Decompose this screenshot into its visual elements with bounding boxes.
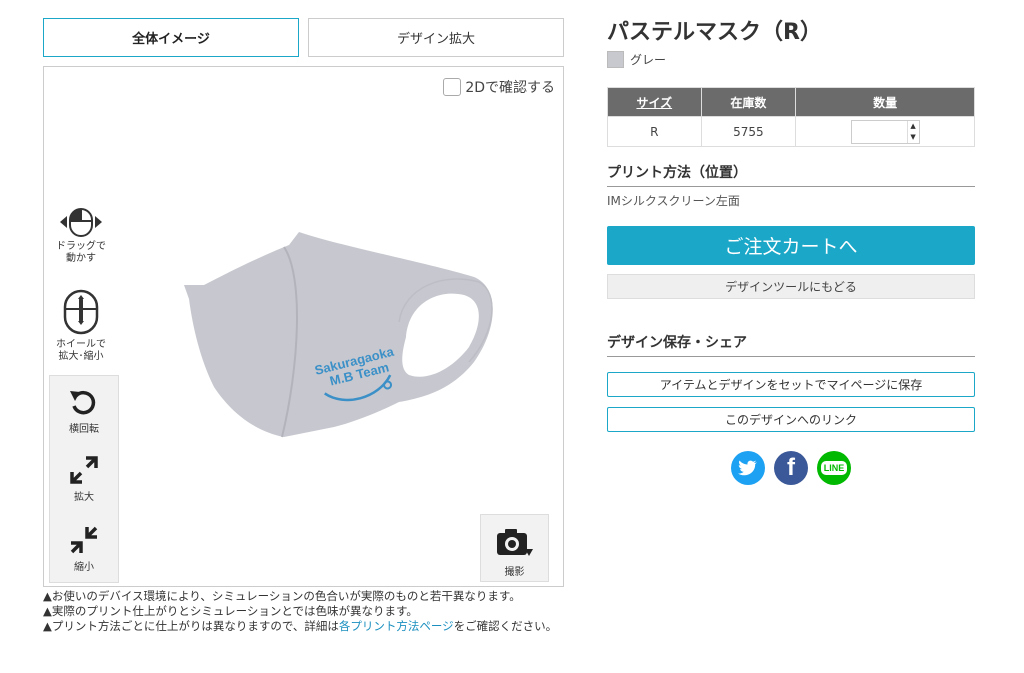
print-method-page-link[interactable]: 各プリント方法ページ — [339, 619, 454, 633]
expand-icon — [70, 456, 98, 484]
quantity-input[interactable] — [851, 120, 907, 143]
expand-button[interactable]: 拡大 — [50, 456, 118, 503]
header-quantity: 数量 — [795, 87, 975, 117]
stock-table: サイズ 在庫数 数量 R 5755 ▲ ▼ — [607, 87, 975, 147]
shrink-label: 縮小 — [74, 562, 94, 573]
quantity-spin[interactable]: ▲ ▼ — [906, 120, 919, 143]
facebook-icon: f — [787, 454, 795, 481]
print-method-value: IMシルクスクリーン左面 — [607, 194, 740, 208]
color-name: グレー — [630, 53, 667, 67]
design-link-button[interactable]: このデザインへのリンク — [607, 407, 975, 432]
product-3d-viewer[interactable]: 2Dで確認する Sakuragaoka M.B Team ドラッグで 動かす ホ… — [43, 66, 564, 587]
screenshot-button[interactable]: 撮影 — [480, 514, 549, 582]
expand-label: 拡大 — [74, 492, 94, 503]
mouse-drag-icon — [60, 208, 102, 237]
shrink-button[interactable]: 縮小 — [50, 526, 118, 573]
back-to-design-tool-button[interactable]: デザインツールにもどる — [607, 274, 975, 299]
size-cell: R — [607, 116, 702, 147]
viewer-tools: 横回転 拡大 縮小 — [49, 375, 119, 583]
screenshot-label: 撮影 — [504, 567, 525, 578]
header-stock: 在庫数 — [700, 87, 797, 117]
spin-down-icon[interactable]: ▼ — [908, 132, 919, 143]
header-size[interactable]: サイズ — [607, 87, 702, 117]
tab-overall-image[interactable]: 全体イメージ — [43, 18, 299, 57]
wheel-hint-label: ホイールで 拡大･縮小 — [56, 339, 106, 362]
spin-up-icon[interactable]: ▲ — [908, 121, 919, 132]
line-icon: LINE — [820, 461, 848, 475]
color-selection: グレー — [607, 51, 666, 68]
drag-hint: ドラッグで 動かす — [52, 207, 110, 265]
tab-design-zoom[interactable]: デザイン拡大 — [308, 18, 564, 57]
facebook-share-button[interactable]: f — [774, 451, 808, 485]
note-1: ▲お使いのデバイス環境により、シミュレーションの色合いが実際のものと若干異なりま… — [43, 589, 564, 603]
note-3-text-pre: プリント方法ごとに仕上がりは異なりますので、詳細は — [51, 619, 339, 633]
rotate-label: 横回転 — [69, 424, 99, 435]
note-3-text-post: をご確認ください。 — [453, 619, 558, 633]
twitter-icon — [738, 460, 757, 476]
warning-icon: ▲ — [43, 604, 52, 618]
shrink-icon — [70, 526, 98, 554]
camera-icon — [496, 529, 533, 556]
simulation-notes: ▲お使いのデバイス環境により、シミュレーションの色合いが実際のものと若干異なりま… — [43, 589, 564, 636]
twitter-share-button[interactable] — [731, 451, 765, 485]
warning-icon: ▲ — [43, 619, 52, 633]
mouse-wheel-icon — [63, 289, 99, 335]
table-row: R 5755 ▲ ▼ — [607, 116, 975, 147]
view-tabs: 全体イメージ デザイン拡大 — [43, 18, 564, 58]
line-share-button[interactable]: LINE — [817, 451, 851, 485]
quantity-stepper[interactable]: ▲ ▼ — [850, 119, 920, 144]
rotate-icon — [70, 390, 96, 415]
save-share-heading: デザイン保存・シェア — [607, 332, 975, 357]
note-3: ▲プリント方法ごとに仕上がりは異なりますので、詳細は各プリント方法ページをご確認… — [43, 619, 564, 633]
color-swatch[interactable] — [607, 51, 624, 68]
note-2: ▲実際のプリント仕上がりとシミュレーションとでは色味が異なります。 — [43, 604, 564, 618]
save-to-mypage-button[interactable]: アイテムとデザインをセットでマイページに保存 — [607, 372, 975, 397]
product-title: パステルマスク（R） — [607, 20, 822, 45]
order-cart-button[interactable]: ご注文カートへ — [607, 226, 975, 265]
warning-icon: ▲ — [43, 589, 52, 603]
quantity-cell: ▲ ▼ — [795, 116, 975, 147]
note-2-text: 実際のプリント仕上がりとシミュレーションとでは色味が異なります。 — [51, 604, 418, 618]
print-method-heading: プリント方法（位置） — [607, 162, 975, 187]
mask-product-image: Sakuragaoka M.B Team — [184, 232, 493, 438]
stock-cell: 5755 — [700, 116, 797, 147]
note-1-text: お使いのデバイス環境により、シミュレーションの色合いが実際のものと若干異なります… — [51, 589, 521, 603]
drag-hint-label: ドラッグで 動かす — [56, 241, 106, 264]
wheel-hint: ホイールで 拡大･縮小 — [52, 289, 110, 363]
rotate-button[interactable]: 横回転 — [50, 388, 118, 435]
